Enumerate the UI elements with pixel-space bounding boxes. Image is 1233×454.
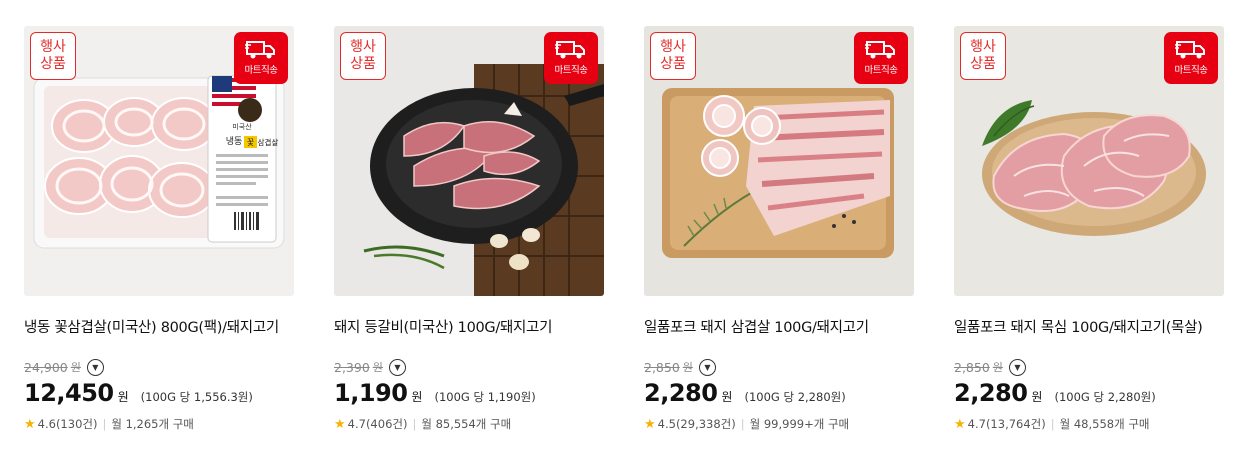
svg-text:미국산: 미국산 (232, 122, 252, 131)
product-title[interactable]: 돼지 등갈비(미국산) 100G/돼지고기 (334, 316, 604, 338)
product-image[interactable]: 행사 상품 마트직송 (644, 26, 914, 296)
original-price: 2,850 원 ▼ (954, 357, 1224, 377)
event-badge: 행사 상품 (960, 32, 1006, 80)
original-price: 24,900 원 ▼ (24, 357, 294, 377)
chevron-down-icon[interactable]: ▼ (388, 358, 406, 376)
rating-row: ★ 4.7(13,764건) | 월 48,558개 구매 (954, 416, 1150, 432)
product-grid: 미국산 냉동 꽃 삼겹살 행사 상품 마트직송 냉동 꽃삼겹살(미국산) 800… (0, 0, 1233, 454)
truck-icon (555, 41, 585, 59)
original-price: 2,390 원 ▼ (334, 357, 604, 377)
sale-price: 12,450 원 (100G 당 1,556.3원) (24, 379, 253, 407)
rating-row: ★ 4.7(406건) | 월 85,554개 구매 (334, 416, 512, 432)
star-icon: ★ (334, 416, 346, 432)
truck-icon (865, 41, 895, 59)
mart-delivery-badge: 마트직송 (234, 32, 288, 84)
chevron-down-icon[interactable]: ▼ (698, 358, 716, 376)
svg-text:삼겹살: 삼겹살 (258, 137, 279, 147)
sale-price: 2,280 원 (100G 당 2,280원) (954, 379, 1156, 407)
mart-delivery-badge: 마트직송 (854, 32, 908, 84)
star-icon: ★ (954, 416, 966, 432)
product-title[interactable]: 일품포크 돼지 목심 100G/돼지고기(목살) (954, 316, 1224, 338)
sale-price: 1,190 원 (100G 당 1,190원) (334, 379, 536, 407)
original-price: 2,850 원 ▼ (644, 357, 914, 377)
product-card[interactable]: 행사 상품 마트직송 일품포크 돼지 삼겹살 100G/돼지고기 2,850 원 ▼ … (644, 26, 914, 432)
product-card[interactable]: 미국산 냉동 꽃 삼겹살 행사 상품 마트직송 냉동 꽃삼겹살(미국산) 800… (24, 26, 294, 432)
truck-icon (1175, 41, 1205, 59)
chevron-down-icon[interactable]: ▼ (1008, 358, 1026, 376)
chevron-down-icon[interactable]: ▼ (86, 358, 104, 376)
sale-price: 2,280 원 (100G 당 2,280원) (644, 379, 846, 407)
product-title[interactable]: 냉동 꽃삼겹살(미국산) 800G(팩)/돼지고기 (24, 316, 294, 338)
product-image[interactable]: 미국산 냉동 꽃 삼겹살 행사 상품 마트직송 (24, 26, 294, 296)
product-card[interactable]: 행사 상품 마트직송 일품포크 돼지 목심 100G/돼지고기(목살) 2,850… (954, 26, 1224, 432)
svg-text:꽃: 꽃 (247, 138, 254, 147)
product-card[interactable]: 행사 상품 마트직송 돼지 등갈비(미국산) 100G/돼지고기 2,390 원 ▼ … (334, 26, 604, 432)
product-title[interactable]: 일품포크 돼지 삼겹살 100G/돼지고기 (644, 316, 914, 338)
svg-text:냉동: 냉동 (226, 136, 243, 147)
product-image[interactable]: 행사 상품 마트직송 (334, 26, 604, 296)
mart-delivery-badge: 마트직송 (544, 32, 598, 84)
event-badge: 행사 상품 (650, 32, 696, 80)
product-image[interactable]: 행사 상품 마트직송 (954, 26, 1224, 296)
rating-row: ★ 4.6(130건) | 월 1,265개 구매 (24, 416, 194, 432)
mart-delivery-badge: 마트직송 (1164, 32, 1218, 84)
star-icon: ★ (644, 416, 656, 432)
rating-row: ★ 4.5(29,338건) | 월 99,999+개 구매 (644, 416, 850, 432)
event-badge: 행사 상품 (340, 32, 386, 80)
event-badge: 행사 상품 (30, 32, 76, 80)
star-icon: ★ (24, 416, 36, 432)
truck-icon (245, 41, 275, 59)
